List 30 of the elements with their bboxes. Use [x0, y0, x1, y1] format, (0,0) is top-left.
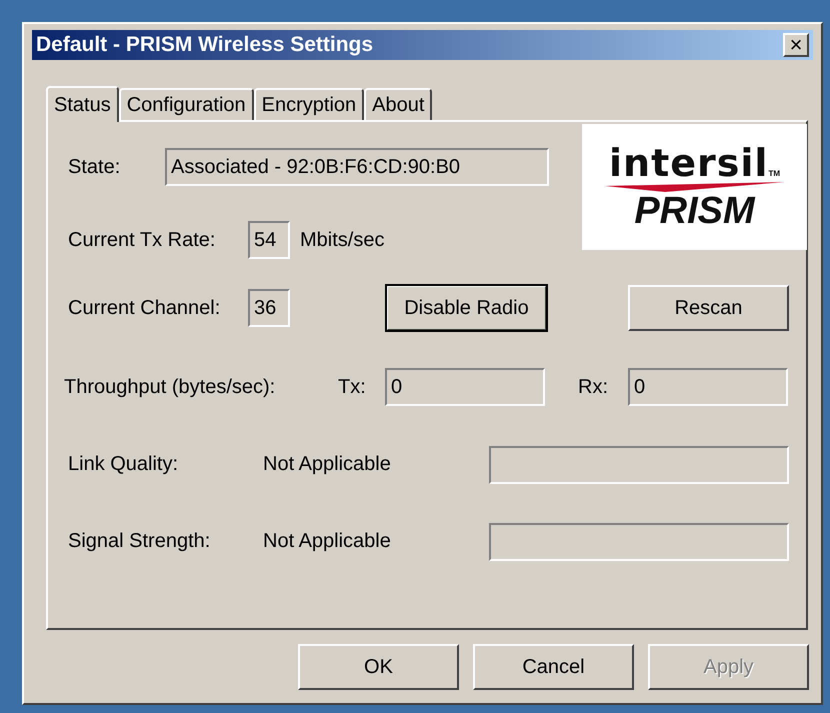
channel-field: 36	[248, 289, 290, 327]
dialog-button[interactable]: OK	[298, 644, 459, 690]
product-text: PRISM	[634, 192, 755, 230]
field-label: Current Tx Rate:	[68, 228, 216, 252]
meter-label: Signal Strength:	[68, 530, 212, 553]
state-field: Associated - 92:0B:F6:CD:90:B0	[165, 148, 549, 186]
meter-label: Link Quality:	[68, 453, 180, 476]
tx-field: 0	[385, 368, 545, 406]
field-label: Tx:	[338, 376, 367, 398]
tab[interactable]: Configuration	[118, 88, 254, 120]
rx-field: 0	[628, 368, 788, 406]
meter-reading: Not Applicable	[263, 453, 392, 476]
unit-label: Mbits/sec	[300, 228, 386, 252]
swoosh-icon	[604, 182, 784, 192]
dialog-button[interactable]: Cancel	[473, 644, 634, 690]
close-button[interactable]: ×	[783, 33, 809, 57]
field-label: Rx:	[578, 376, 609, 398]
tab[interactable]: About	[364, 88, 432, 120]
field-label: Throughput (bytes/sec):	[64, 376, 276, 398]
trademark-text: TM	[768, 169, 780, 178]
brand-text: intersil	[609, 141, 768, 185]
tab[interactable]: Status	[46, 86, 119, 122]
action-button[interactable]: Rescan	[628, 285, 789, 331]
tab[interactable]: Encryption	[254, 88, 364, 120]
window-title: Default - PRISM Wireless Settings	[36, 33, 374, 57]
meter-reading: Not Applicable	[263, 530, 392, 553]
field-label: Current Channel:	[68, 296, 222, 320]
tx-rate-field: 54	[248, 221, 290, 259]
action-button[interactable]: Disable Radio	[386, 285, 547, 331]
field-label: State:	[68, 156, 122, 178]
